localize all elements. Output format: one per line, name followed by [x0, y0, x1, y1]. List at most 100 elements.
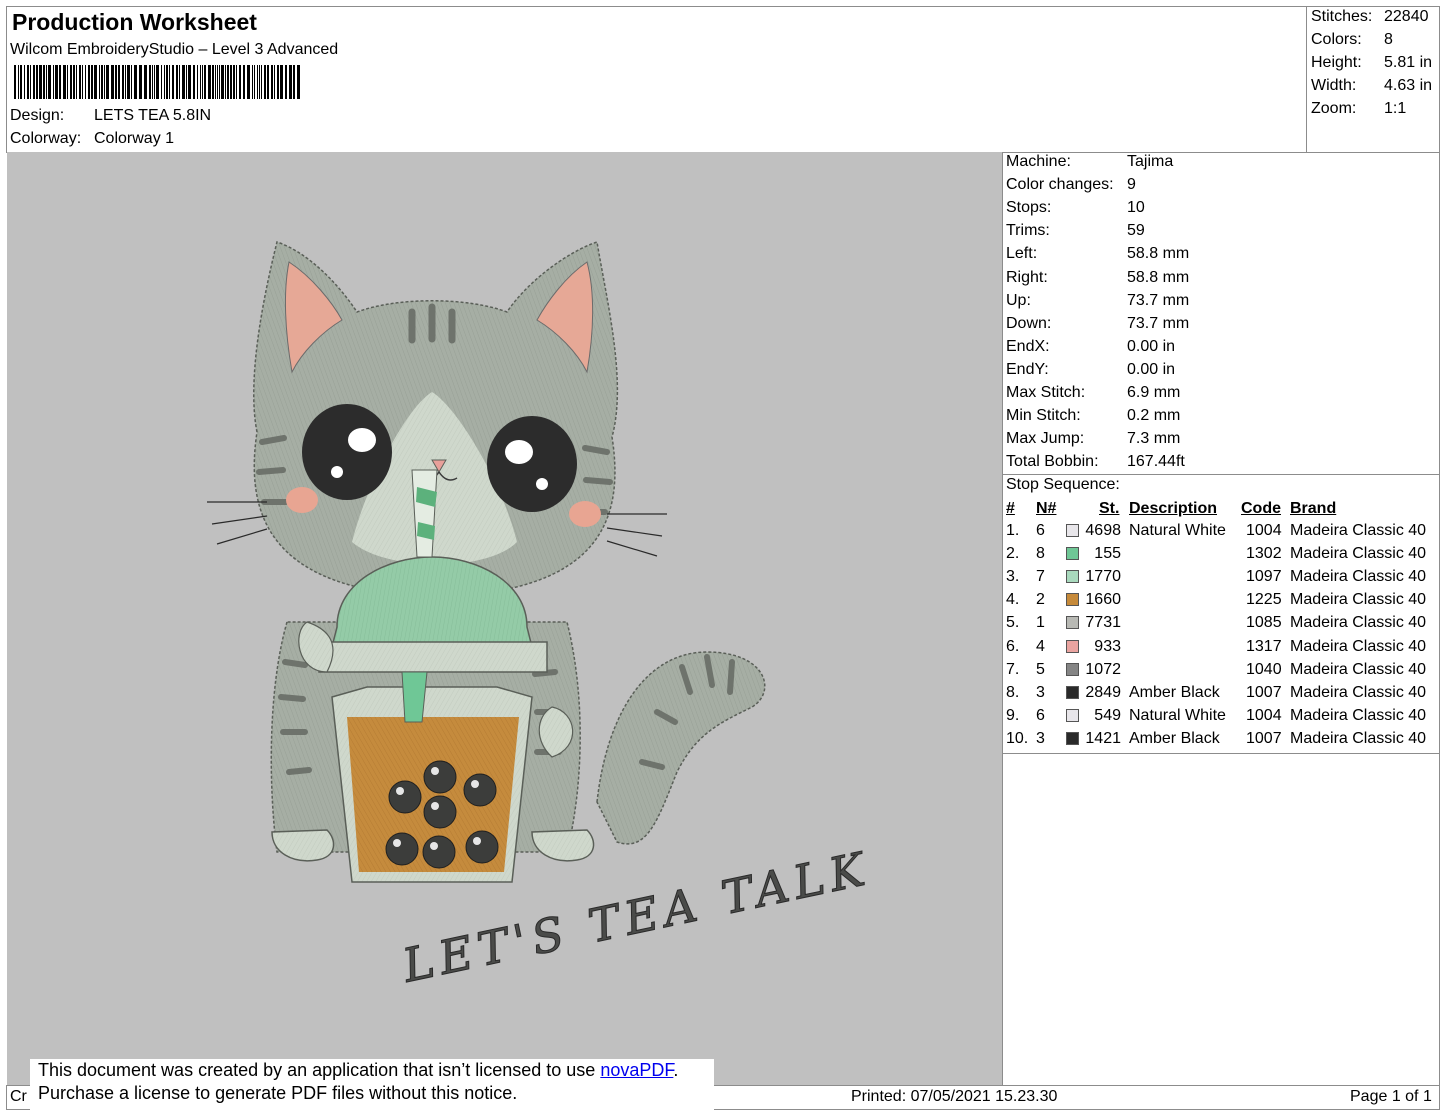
- seq-description: Amber Black: [1129, 729, 1220, 747]
- cat-tail: [596, 651, 766, 845]
- stat-row: EndX: 0.00 in: [1006, 338, 1426, 360]
- seq-code: 1302: [1246, 545, 1282, 563]
- seq-description: Natural White: [1129, 706, 1226, 724]
- color-swatch: [1066, 708, 1079, 722]
- color-swatch: [1066, 639, 1079, 653]
- stat-row: Min Stitch: 0.2 mm: [1006, 407, 1426, 429]
- stat-label: Min Stitch:: [1006, 407, 1081, 425]
- seq-description: Natural White: [1129, 522, 1226, 539]
- seq-brand: Madeira Classic 40: [1290, 568, 1427, 586]
- stat-value: 0.2 mm: [1127, 407, 1181, 425]
- summary-value: 5.81 in: [1384, 54, 1433, 71]
- summary-label: Zoom:: [1311, 100, 1357, 117]
- seq-stitches: 155: [1094, 545, 1121, 563]
- summary-value: 22840: [1384, 8, 1429, 25]
- seq-row-number: 6.: [1006, 637, 1020, 655]
- stat-label: EndY:: [1006, 360, 1049, 378]
- summary-label: Colors:: [1311, 31, 1362, 48]
- novapdf-link[interactable]: novaPDF: [600, 1060, 673, 1080]
- software-name: Wilcom EmbroideryStudio – Level 3 Advanc…: [10, 41, 339, 58]
- stat-value: 6.9 mm: [1127, 384, 1181, 401]
- seq-stitches: 933: [1094, 637, 1121, 655]
- design-preview: LET'S TEA TALK: [7, 152, 1003, 1086]
- seq-brand: Madeira Classic 40: [1290, 614, 1427, 632]
- stat-row: Color changes: 9: [1006, 176, 1426, 198]
- stat-row: Down: 73.7 mm: [1006, 315, 1426, 337]
- seq-stitches: 1660: [1085, 591, 1121, 609]
- summary-label: Height:: [1311, 54, 1362, 71]
- design-label: Design:: [10, 107, 65, 124]
- stat-label: Max Stitch:: [1006, 384, 1086, 401]
- seq-stitches: 7731: [1085, 614, 1121, 632]
- stat-row: Stops: 10: [1006, 199, 1426, 221]
- stat-label: Trims:: [1006, 222, 1050, 240]
- stat-row: Trims: 59: [1006, 222, 1426, 244]
- stat-value: 73.7 mm: [1127, 314, 1190, 332]
- seq-needle: 4: [1036, 637, 1045, 655]
- seq-needle: 6: [1036, 706, 1045, 724]
- seq-needle: 1: [1036, 614, 1045, 632]
- summary-value: 4.63 in: [1384, 77, 1433, 94]
- summary-label: Width:: [1311, 77, 1357, 94]
- barcode: [14, 65, 300, 99]
- seq-code: 1317: [1246, 637, 1282, 655]
- seq-needle: 3: [1036, 683, 1045, 701]
- stat-label: Color changes:: [1006, 176, 1114, 194]
- summary-value: 1:1: [1384, 100, 1407, 117]
- seq-stitches: 1770: [1085, 568, 1121, 586]
- summary-label: Stitches:: [1311, 8, 1373, 25]
- seq-row-number: 8.: [1006, 683, 1020, 701]
- seq-row-number: 7.: [1006, 660, 1020, 678]
- stat-value: Tajima: [1127, 153, 1174, 170]
- notice-line-1: This document was created by an applicat…: [38, 1059, 714, 1082]
- seq-code: 1225: [1246, 591, 1282, 609]
- seq-code: 1097: [1246, 568, 1282, 586]
- seq-header-description: Description: [1129, 500, 1218, 517]
- page-title: Production Worksheet: [12, 9, 257, 35]
- color-swatch: [1066, 547, 1079, 561]
- design-row: Design: LETS TEA 5.8IN: [10, 107, 310, 127]
- summary-list: Stitches: 22840 Colors: 8 Height: 5.81 in W…: [1311, 8, 1439, 148]
- seq-code: 1007: [1246, 683, 1282, 701]
- page-number: Page 1 of 1: [1350, 1088, 1432, 1105]
- notice-text: This document was created by an applicat…: [38, 1060, 601, 1080]
- stat-row: Total Bobbin: 167.44ft: [1006, 453, 1426, 475]
- seq-needle: 6: [1036, 522, 1045, 539]
- stat-row: Left: 58.8 mm: [1006, 245, 1426, 267]
- stat-row: Right: 58.8 mm: [1006, 269, 1426, 291]
- stat-label: Left:: [1006, 245, 1038, 263]
- seq-row-number: 5.: [1006, 614, 1020, 632]
- design-value: LETS TEA 5.8IN: [94, 107, 212, 124]
- printed-timestamp: Printed: 07/05/2021 15.23.30: [851, 1088, 1058, 1105]
- stat-value: 10: [1127, 199, 1145, 217]
- seq-brand: Madeira Classic 40: [1290, 729, 1427, 747]
- stat-value: 167.44ft: [1127, 453, 1185, 471]
- seq-needle: 2: [1036, 591, 1045, 609]
- stat-label: EndX:: [1006, 337, 1050, 355]
- seq-row-number: 1.: [1006, 522, 1020, 539]
- license-notice: This document was created by an applicat…: [30, 1059, 714, 1111]
- stat-row: EndY: 0.00 in: [1006, 361, 1426, 383]
- stat-value: 59: [1127, 222, 1145, 240]
- summary-row: Height: 5.81 in: [1311, 54, 1439, 76]
- seq-header-brand: Brand: [1290, 500, 1337, 517]
- seq-row-number: 3.: [1006, 568, 1020, 586]
- footer-created-label: Cr: [10, 1088, 27, 1105]
- seq-stitches: 1421: [1085, 729, 1121, 747]
- embroidery-design: LET'S TEA TALK: [207, 241, 875, 993]
- seq-stitches: 4698: [1085, 522, 1121, 539]
- stop-sequence-title: Stop Sequence:: [1006, 476, 1120, 493]
- seq-description: Amber Black: [1129, 683, 1220, 701]
- colorway-value: Colorway 1: [94, 130, 175, 147]
- seq-needle: 8: [1036, 545, 1045, 563]
- summary-row: Zoom: 1:1: [1311, 100, 1439, 122]
- seq-header-code: Code: [1241, 500, 1281, 517]
- seq-brand: Madeira Classic 40: [1290, 522, 1427, 539]
- stop-sequence-table: # N# St. Description Code Brand 1. 6 4698 Natural…: [1004, 499, 1438, 751]
- seq-stitches: 1072: [1085, 660, 1121, 678]
- stat-label: Right:: [1006, 268, 1048, 286]
- stat-label: Stops:: [1006, 199, 1052, 217]
- stat-value: 0.00 in: [1127, 337, 1176, 355]
- stat-row: Up: 73.7 mm: [1006, 292, 1426, 314]
- colorway-row: Colorway: Colorway 1: [10, 130, 310, 150]
